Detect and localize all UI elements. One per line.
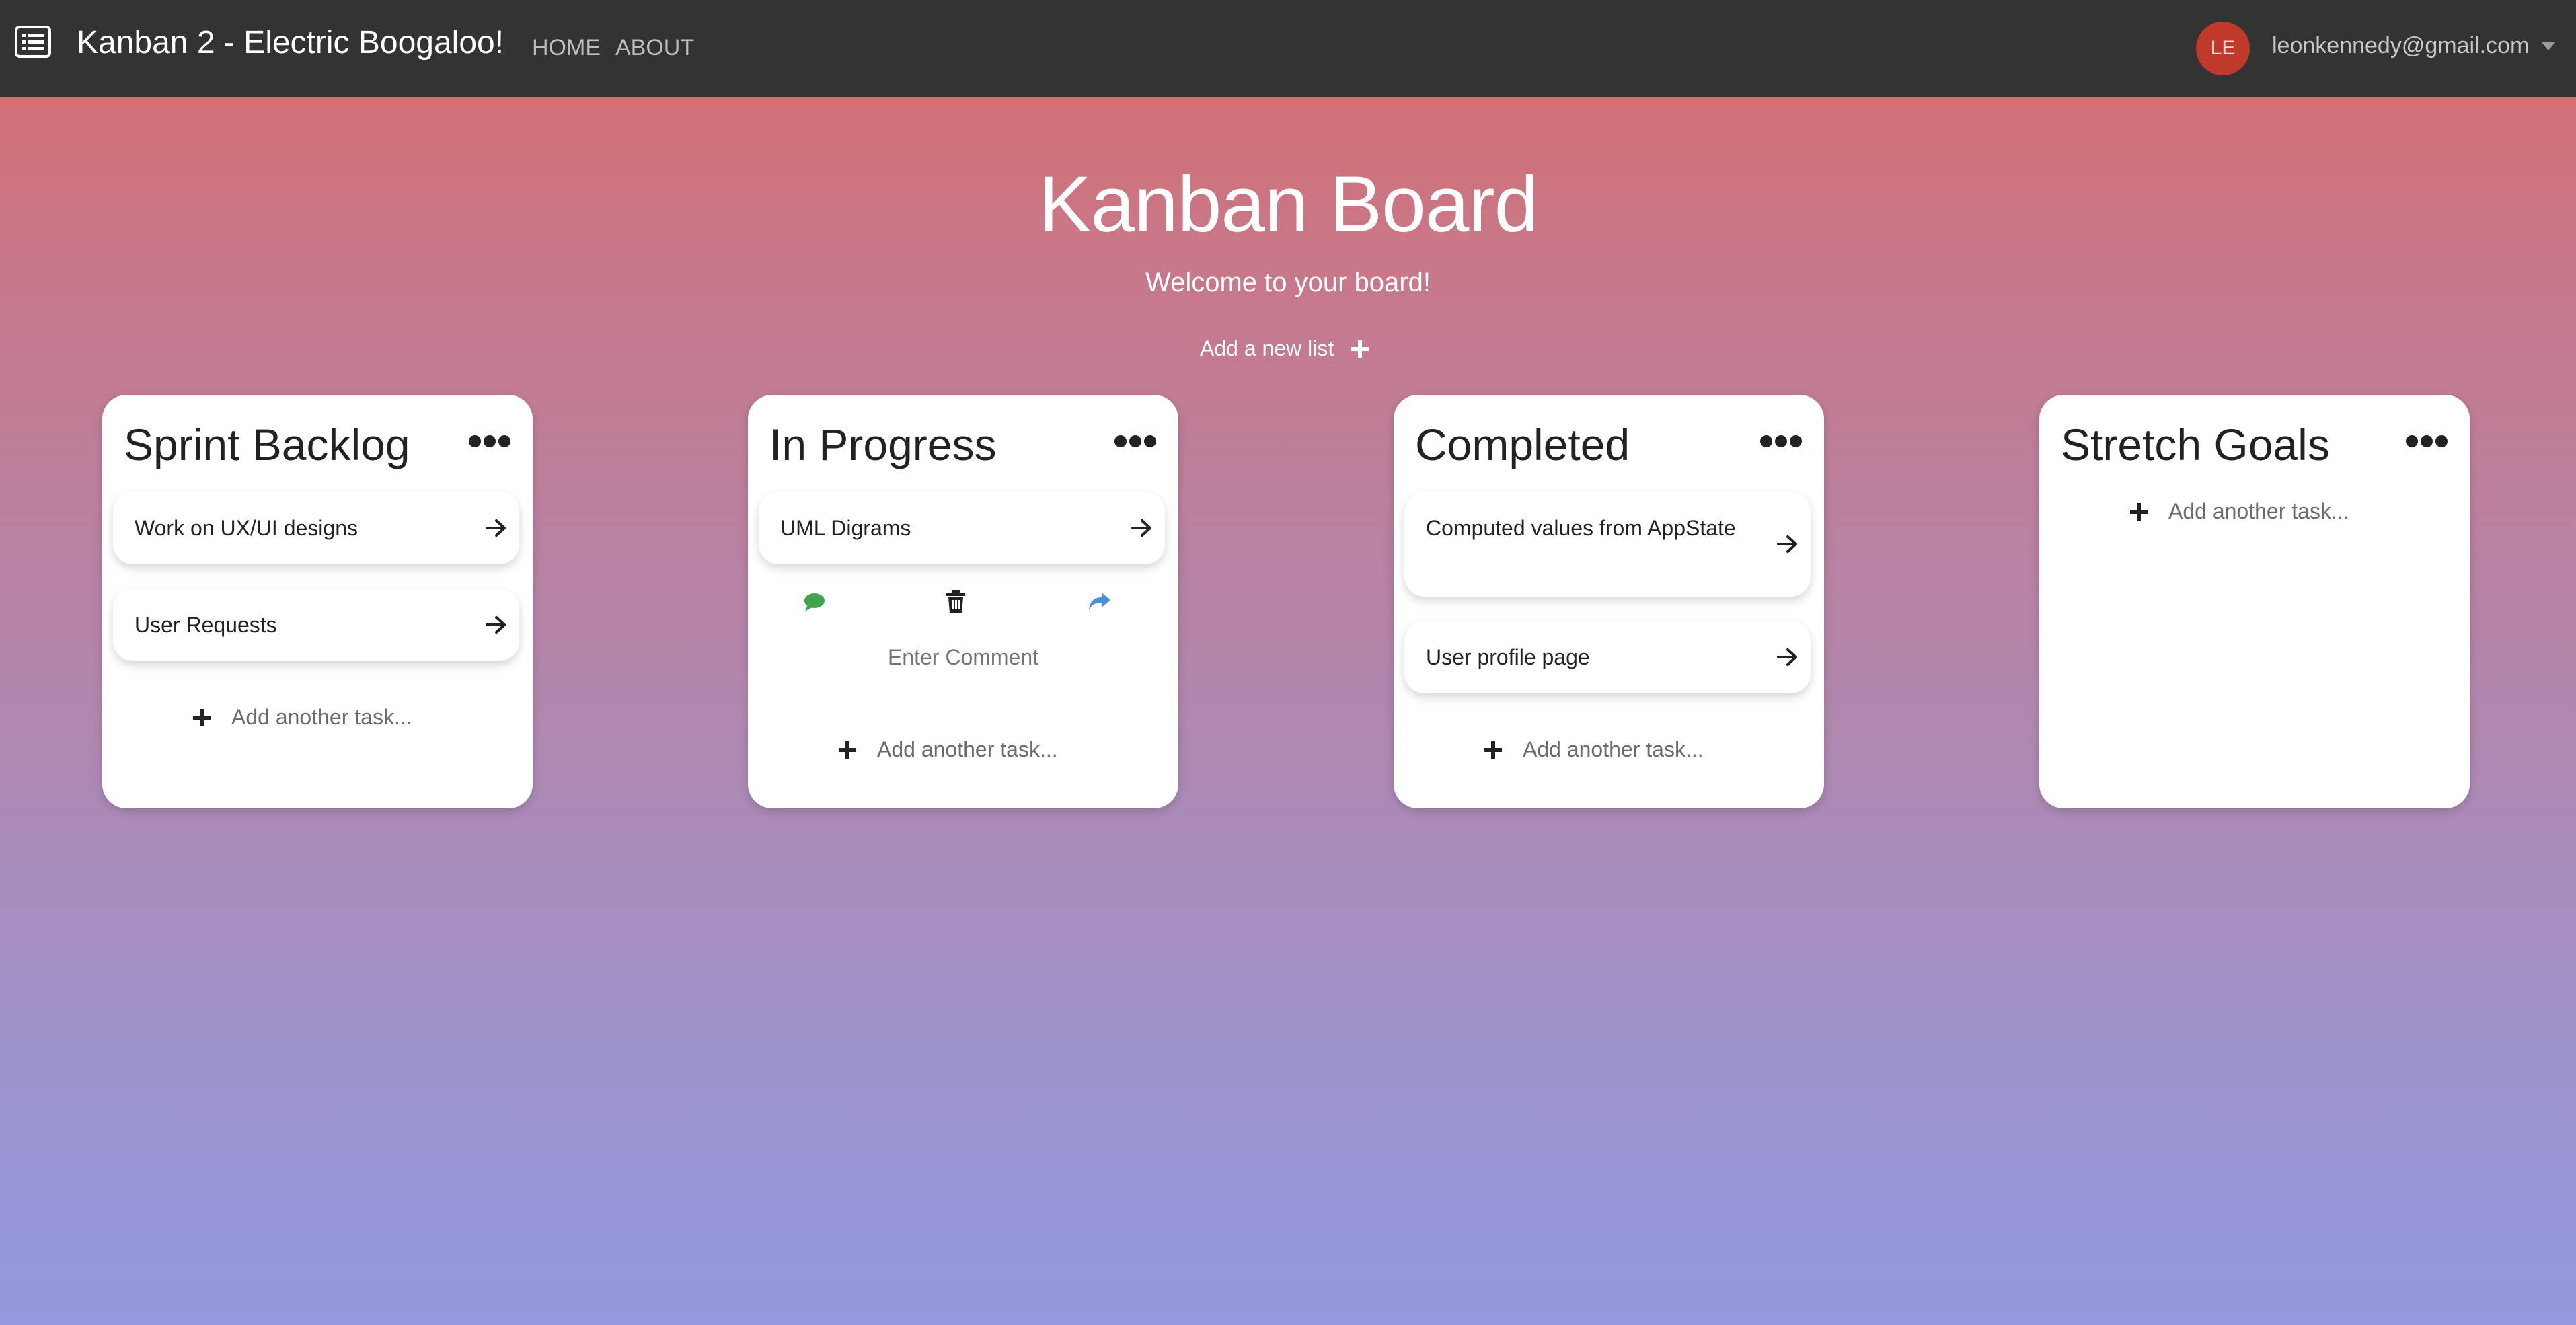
add-list-button[interactable]: Add a new list <box>1200 336 1370 361</box>
user-email[interactable]: leonkennedy@gmail.com <box>2272 33 2529 59</box>
task-text: User Requests <box>135 613 277 637</box>
add-task-button[interactable]: Add another task... <box>192 705 412 730</box>
add-task-button[interactable]: Add another task... <box>838 737 1058 762</box>
task-card[interactable]: User Requests <box>113 589 519 661</box>
navbar: Kanban 2 - Electric Boogaloo! HOME ABOUT… <box>0 0 2576 97</box>
arrow-right-icon[interactable] <box>486 518 507 538</box>
list-card: In Progress UML Digrams Add another task… <box>748 395 1178 808</box>
add-task-label: Add another task... <box>2168 499 2349 523</box>
plus-icon <box>1351 340 1369 358</box>
arrow-right-icon[interactable] <box>1777 647 1798 667</box>
add-task-label: Add another task... <box>231 705 412 729</box>
share-icon[interactable] <box>1088 591 1111 611</box>
ellipsis-icon[interactable] <box>468 434 511 449</box>
nav-link-about[interactable]: ABOUT <box>615 35 694 61</box>
plus-icon <box>839 741 856 759</box>
ellipsis-icon[interactable] <box>1759 434 1803 449</box>
caret-down-icon[interactable] <box>2541 42 2556 51</box>
plus-icon <box>1484 741 1502 759</box>
add-task-label: Add another task... <box>877 737 1058 761</box>
ellipsis-icon[interactable] <box>1114 434 1157 449</box>
list-card: Completed Computed values from AppState … <box>1394 395 1824 808</box>
add-task-label: Add another task... <box>1523 737 1704 761</box>
task-text: Computed values from AppState <box>1426 516 1736 540</box>
arrow-right-icon[interactable] <box>1777 534 1798 554</box>
task-text: UML Digrams <box>780 516 911 540</box>
list-title[interactable]: Completed <box>1415 419 1630 470</box>
nav-link-home[interactable]: HOME <box>532 35 601 61</box>
list-title[interactable]: Sprint Backlog <box>124 419 410 470</box>
plus-icon <box>2130 502 2148 521</box>
list-icon[interactable] <box>15 26 51 58</box>
task-card[interactable]: Computed values from AppState <box>1404 492 1811 597</box>
arrow-right-icon[interactable] <box>486 615 507 635</box>
plus-icon <box>193 708 211 726</box>
comment-icon[interactable] <box>803 591 826 613</box>
add-list-label: Add a new list <box>1200 336 1334 361</box>
list-title[interactable]: In Progress <box>769 419 996 470</box>
task-card[interactable]: Work on UX/UI designs <box>113 492 519 564</box>
task-text: Work on UX/UI designs <box>135 516 358 540</box>
list-card: Sprint Backlog Work on UX/UI designs Use… <box>102 395 533 808</box>
page-title: Kanban Board <box>1038 160 1539 249</box>
list-title[interactable]: Stretch Goals <box>2061 419 2330 470</box>
trash-icon[interactable] <box>946 590 966 613</box>
task-card[interactable]: User profile page <box>1404 621 1811 693</box>
ellipsis-icon[interactable] <box>2405 434 2448 449</box>
add-task-button[interactable]: Add another task... <box>1484 737 1704 762</box>
task-text: User profile page <box>1426 645 1590 669</box>
arrow-right-icon[interactable] <box>1131 518 1153 538</box>
list-card: Stretch Goals Add another task... <box>2039 395 2470 808</box>
add-task-button[interactable]: Add another task... <box>2129 499 2349 524</box>
task-card[interactable]: UML Digrams <box>759 492 1165 564</box>
comment-input[interactable] <box>748 645 1178 670</box>
page-subtitle: Welcome to your board! <box>1145 268 1431 297</box>
app-brand[interactable]: Kanban 2 - Electric Boogaloo! <box>77 24 504 61</box>
avatar[interactable]: LE <box>2196 22 2250 75</box>
